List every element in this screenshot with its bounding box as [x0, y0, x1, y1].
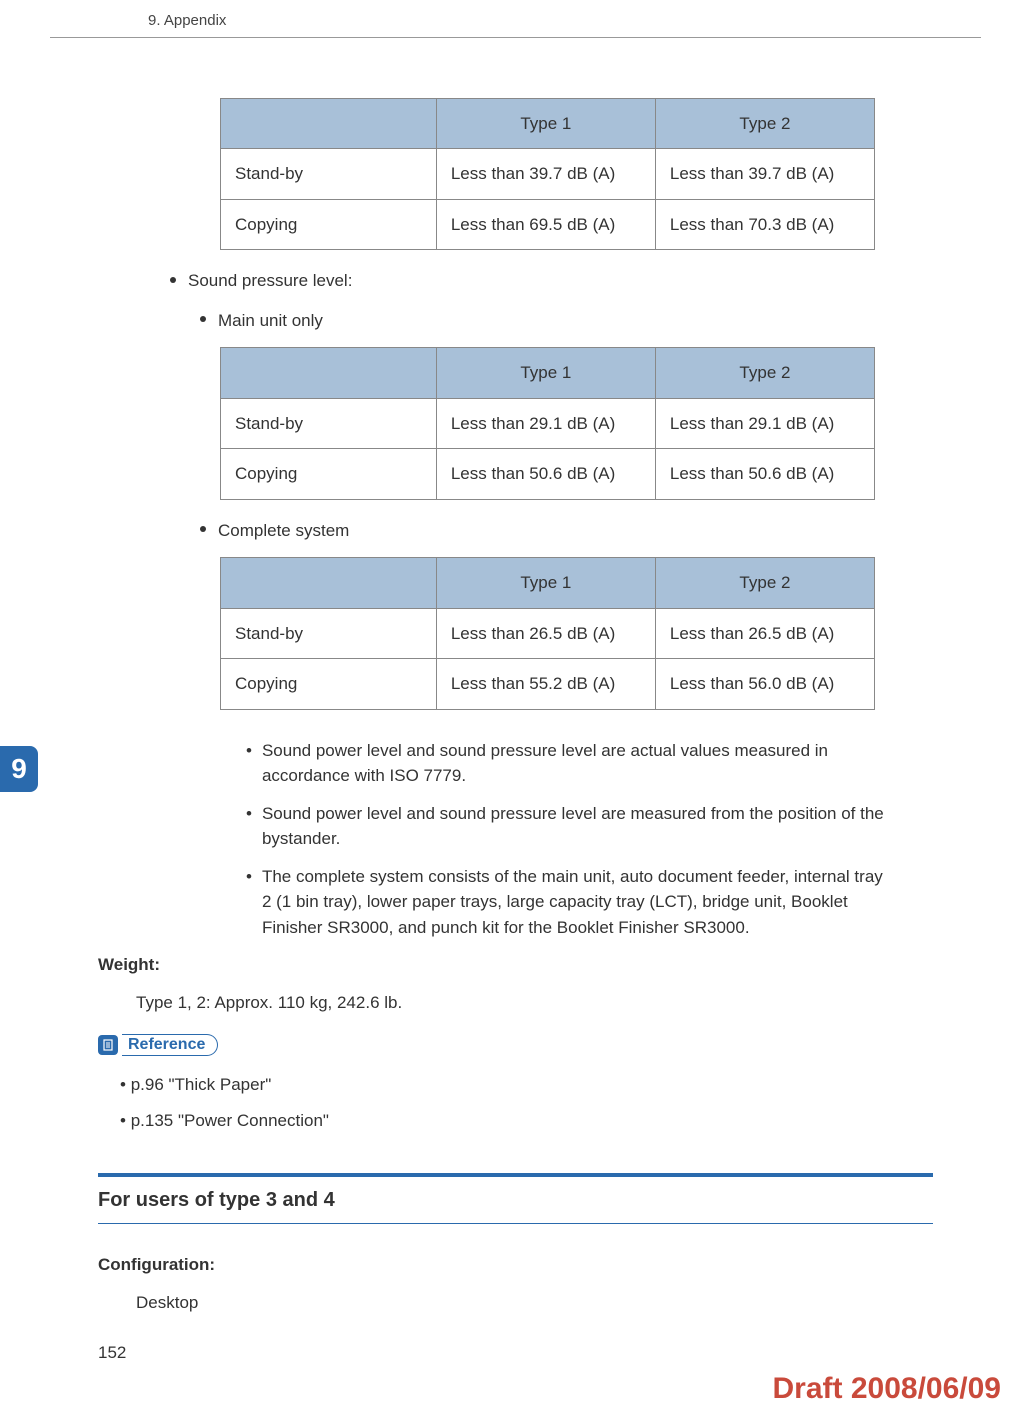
bullet-icon: •: [246, 738, 252, 789]
table-cell: Stand-by: [221, 398, 437, 449]
table-header-type2: Type 2: [655, 558, 874, 609]
table-cell: Less than 29.1 dB (A): [655, 398, 874, 449]
configuration-value: Desktop: [136, 1290, 933, 1316]
table-row: Stand-by Less than 39.7 dB (A) Less than…: [221, 149, 875, 200]
bullet-text: Main unit only: [218, 311, 323, 330]
table-header-type1: Type 1: [436, 98, 655, 149]
weight-label: Weight:: [98, 952, 933, 978]
bullet-icon: [200, 526, 206, 532]
reference-label: Reference: [122, 1034, 218, 1056]
table-header-empty: [221, 348, 437, 399]
bullet-icon: •: [246, 801, 252, 852]
table-cell: Stand-by: [221, 608, 437, 659]
table-cell: Less than 70.3 dB (A): [655, 199, 874, 250]
table-header-type2: Type 2: [655, 348, 874, 399]
note-text: Sound power level and sound pressure lev…: [262, 801, 893, 852]
note-item: • The complete system consists of the ma…: [246, 864, 893, 941]
table-cell: Less than 26.5 dB (A): [655, 608, 874, 659]
table-row: Stand-by Less than 29.1 dB (A) Less than…: [221, 398, 875, 449]
bullet-main-unit: Main unit only: [200, 308, 933, 334]
table-row: Copying Less than 69.5 dB (A) Less than …: [221, 199, 875, 250]
bullet-text: Sound pressure level:: [188, 271, 352, 290]
chapter-title: 9. Appendix: [148, 12, 226, 29]
table-cell: Less than 39.7 dB (A): [655, 149, 874, 200]
note-text: The complete system consists of the main…: [262, 864, 893, 941]
bullet-icon: •: [246, 864, 252, 941]
bullet-icon: [200, 316, 206, 322]
chapter-tab: 9: [0, 746, 38, 792]
page-header: 9. Appendix: [50, 0, 981, 38]
section-heading: For users of type 3 and 4: [98, 1173, 933, 1224]
reference-icon: [98, 1035, 118, 1055]
table-cell: Less than 50.6 dB (A): [655, 449, 874, 500]
bullet-icon: [170, 277, 176, 283]
table-complete-system: Type 1 Type 2 Stand-by Less than 26.5 dB…: [220, 557, 875, 710]
reference-item: • p.135 "Power Connection": [120, 1108, 933, 1134]
table-header-type1: Type 1: [436, 348, 655, 399]
table-cell: Less than 69.5 dB (A): [436, 199, 655, 250]
table-main-unit: Type 1 Type 2 Stand-by Less than 29.1 dB…: [220, 347, 875, 500]
table-cell: Less than 29.1 dB (A): [436, 398, 655, 449]
reference-badge: Reference: [98, 1034, 218, 1056]
bullet-text: Complete system: [218, 521, 349, 540]
table-header-type1: Type 1: [436, 558, 655, 609]
table-cell: Less than 56.0 dB (A): [655, 659, 874, 710]
table-row: Copying Less than 55.2 dB (A) Less than …: [221, 659, 875, 710]
table-cell: Less than 55.2 dB (A): [436, 659, 655, 710]
draft-stamp: Draft 2008/06/09: [773, 1366, 1002, 1411]
chapter-number: 9: [11, 748, 27, 790]
table-row: Copying Less than 50.6 dB (A) Less than …: [221, 449, 875, 500]
table-cell: Copying: [221, 449, 437, 500]
bullet-complete-system: Complete system: [200, 518, 933, 544]
table-cell: Copying: [221, 199, 437, 250]
table-cell: Less than 50.6 dB (A): [436, 449, 655, 500]
page-content: Type 1 Type 2 Stand-by Less than 39.7 dB…: [0, 38, 1031, 1316]
configuration-label: Configuration:: [98, 1252, 933, 1278]
table-row: Stand-by Less than 26.5 dB (A) Less than…: [221, 608, 875, 659]
table-cell: Less than 26.5 dB (A): [436, 608, 655, 659]
bullet-sound-pressure: Sound pressure level:: [170, 268, 933, 294]
table-header-empty: [221, 98, 437, 149]
note-text: Sound power level and sound pressure lev…: [262, 738, 893, 789]
table-sound-power: Type 1 Type 2 Stand-by Less than 39.7 dB…: [220, 98, 875, 251]
note-item: • Sound power level and sound pressure l…: [246, 801, 893, 852]
table-cell: Copying: [221, 659, 437, 710]
reference-item: • p.96 "Thick Paper": [120, 1072, 933, 1098]
reference-link[interactable]: p.135 "Power Connection": [131, 1111, 329, 1130]
note-item: • Sound power level and sound pressure l…: [246, 738, 893, 789]
table-header-empty: [221, 558, 437, 609]
reference-link[interactable]: p.96 "Thick Paper": [131, 1075, 272, 1094]
page-number: 152: [98, 1340, 126, 1366]
weight-value: Type 1, 2: Approx. 110 kg, 242.6 lb.: [136, 990, 933, 1016]
table-cell: Stand-by: [221, 149, 437, 200]
table-header-type2: Type 2: [655, 98, 874, 149]
reference-list: • p.96 "Thick Paper" • p.135 "Power Conn…: [120, 1072, 933, 1133]
table-cell: Less than 39.7 dB (A): [436, 149, 655, 200]
